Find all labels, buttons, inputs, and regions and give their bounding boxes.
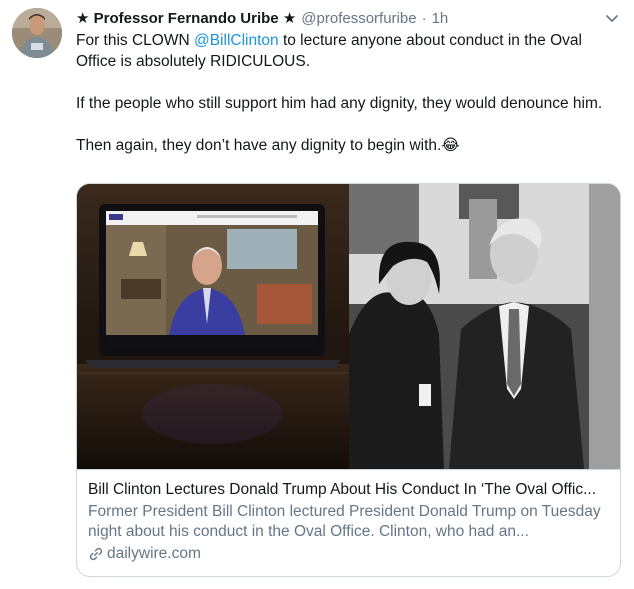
card-domain-text: dailywire.com <box>107 545 201 562</box>
mention-link[interactable]: @BillClinton <box>194 32 279 49</box>
card-description: Former President Bill Clinton lectured P… <box>88 503 601 540</box>
tweet-text-part: For this CLOWN <box>76 32 194 49</box>
card-image-laptop <box>77 184 349 469</box>
card-image-photo <box>349 184 620 469</box>
chevron-down-icon[interactable] <box>604 10 620 26</box>
tweet-text: For this CLOWN @BillClinton to lecture a… <box>76 30 616 156</box>
user-handle[interactable]: @professorfuribe <box>301 10 416 27</box>
link-card[interactable]: Bill Clinton Lectures Donald Trump About… <box>76 183 621 577</box>
link-icon <box>89 547 103 561</box>
display-name[interactable]: ★ Professor Fernando Uribe ★ <box>76 9 296 27</box>
card-domain[interactable]: dailywire.com <box>88 544 611 564</box>
card-media[interactable] <box>77 184 620 469</box>
separator-dot: · <box>421 9 427 27</box>
tweet-header: ★ Professor Fernando Uribe ★ @professorf… <box>76 8 622 28</box>
avatar[interactable] <box>12 8 62 58</box>
tweet-paragraph-2: If the people who still support him had … <box>76 95 603 112</box>
tweet-paragraph-3: Then again, they don’t have any dignity … <box>76 137 460 154</box>
timestamp[interactable]: 1h <box>432 10 449 27</box>
card-title[interactable]: Bill Clinton Lectures Donald Trump About… <box>88 480 611 500</box>
tweet-paragraph-1: For this CLOWN @BillClinton to lecture a… <box>76 30 616 72</box>
card-body[interactable]: Bill Clinton Lectures Donald Trump About… <box>77 469 620 576</box>
